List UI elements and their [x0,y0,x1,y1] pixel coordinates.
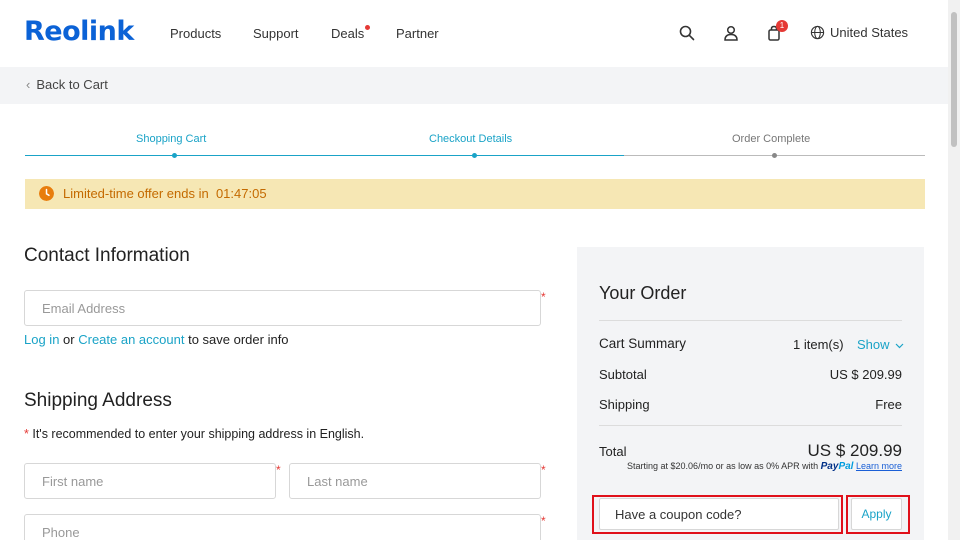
last-name-field[interactable] [290,464,540,498]
shipping-label: Shipping [599,397,650,412]
progress-line-done [25,155,624,156]
paypal-logo: PayPal [820,461,854,472]
checkout-progress: Shopping Cart Checkout Details Order Com… [25,130,925,160]
save-info-text: to save order info [188,332,289,347]
globe-icon [810,25,825,40]
login-link[interactable]: Log in [24,332,59,347]
required-asterisk: * [541,290,546,304]
limited-offer-banner: Limited-time offer ends in 01:47:05 [25,179,925,209]
back-to-cart-link[interactable]: ‹ Back to Cart [26,77,108,92]
item-count: 1 item(s) [793,337,844,352]
or-text: or [63,332,75,347]
scrollbar-thumb[interactable] [951,12,957,147]
highlight-box-apply [846,495,910,534]
subtotal-label: Subtotal [599,367,647,382]
subtotal-value: US $ 209.99 [829,367,902,382]
nav-deals-label: Deals [331,26,365,41]
divider [599,320,902,321]
step-shopping-cart: Shopping Cart [136,133,207,145]
nav-support[interactable]: Support [253,26,299,41]
first-name-wrapper [24,463,276,499]
note-text: It's recommended to enter your shipping … [32,427,365,441]
show-label: Show [857,337,890,352]
chevron-left-icon: ‹ [26,77,31,92]
shipping-address-title: Shipping Address [24,390,172,411]
step-order-complete: Order Complete [732,133,811,145]
offer-timer: 01:47:05 [215,186,267,201]
site-header: Reolink Products Support Deals Partner 1… [0,0,948,67]
reolink-logo[interactable]: Reolink [24,16,134,47]
cart-summary-label: Cart Summary [599,336,687,351]
chevron-down-icon [895,343,904,348]
email-field-wrapper [24,290,541,326]
nav-products[interactable]: Products [170,26,221,41]
offer-label: Limited-time offer ends in [63,186,209,201]
contact-info-title: Contact Information [24,245,190,266]
deals-badge-dot [365,25,371,30]
account-prompt: Log in or Create an account to save orde… [24,332,289,347]
back-to-cart-label: Back to Cart [36,77,108,92]
phone-wrapper [24,514,541,540]
note-asterisk: * [24,427,29,441]
clock-icon [39,186,54,201]
first-name-field[interactable] [25,464,275,498]
divider [599,425,902,426]
cart-count-badge: 1 [776,20,788,32]
email-field[interactable] [25,291,540,325]
required-asterisk: * [541,463,546,477]
back-bar: ‹ Back to Cart [0,67,948,104]
shipping-value: Free [875,397,902,412]
required-asterisk: * [276,463,281,477]
phone-field[interactable] [25,515,540,540]
step-dot-1 [172,153,177,158]
nav-partner[interactable]: Partner [396,26,439,41]
nav-deals[interactable]: Deals [331,25,371,41]
paypal-financing-note: Starting at $20.06/mo or as low as 0% AP… [627,461,902,472]
offer-text: Limited-time offer ends in 01:47:05 [63,186,267,201]
show-items-toggle[interactable]: Show [857,337,904,352]
shipping-note: * It's recommended to enter your shippin… [24,427,364,441]
total-value: US $ 209.99 [807,441,902,460]
last-name-wrapper [289,463,541,499]
search-icon[interactable] [678,24,696,42]
paypal-note-text: Starting at $20.06/mo or as low as 0% AP… [627,461,819,471]
your-order-title: Your Order [599,283,687,303]
required-asterisk: * [541,514,546,528]
create-account-link[interactable]: Create an account [78,332,184,347]
step-checkout-details: Checkout Details [429,133,513,145]
country-selector[interactable]: United States [830,25,908,40]
learn-more-link[interactable]: Learn more [856,461,902,471]
page-scrollbar[interactable] [948,0,960,540]
total-label: Total [599,444,627,459]
highlight-box-coupon [592,495,843,534]
step-dot-2 [472,153,477,158]
step-dot-3 [772,153,777,158]
account-icon[interactable] [722,24,740,42]
